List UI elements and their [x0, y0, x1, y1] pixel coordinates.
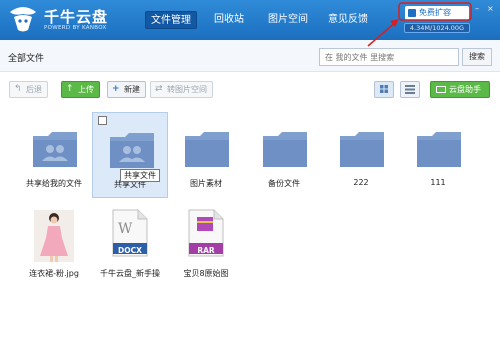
nav-image-space[interactable]: 图片空间: [263, 11, 313, 29]
nav-file-manage[interactable]: 文件管理: [145, 11, 197, 29]
breadcrumb[interactable]: 全部文件: [8, 51, 44, 64]
file-name: 共享给我的文件: [26, 179, 82, 188]
back-button[interactable]: ↰ 后退: [9, 81, 48, 98]
close-icon[interactable]: ×: [487, 4, 494, 13]
folder-icon: [263, 132, 307, 167]
file-name: 宝贝8原始图: [183, 269, 229, 278]
folder-icon: [417, 132, 461, 167]
brand-name: 千牛云盘: [44, 8, 109, 26]
qianniu-logo-icon: [10, 7, 36, 32]
shared-folder-icon: [110, 133, 154, 168]
monitor-icon: [436, 86, 446, 93]
file-name: 连衣裙-粉.jpg: [29, 269, 79, 278]
new-label: 新建: [124, 85, 140, 94]
file-tile[interactable]: RAR 宝贝8原始图: [168, 202, 244, 288]
nav-feedback[interactable]: 意见反馈: [323, 11, 373, 29]
brand-subtitle: POWERD BY KANBOX: [44, 25, 107, 31]
cloud-assistant-button[interactable]: 云盘助手: [430, 81, 490, 98]
nav-recycle-bin[interactable]: 回收站: [209, 11, 249, 29]
file-tile[interactable]: 222: [323, 112, 399, 198]
file-tile[interactable]: 共享给我的文件: [16, 112, 92, 198]
file-tile-selected[interactable]: 共享文件: [92, 112, 168, 198]
file-tile[interactable]: 备份文件: [246, 112, 322, 198]
file-name: 111: [430, 178, 446, 187]
free-upgrade-label: 免费扩容: [419, 8, 451, 17]
shared-folder-icon: [33, 132, 77, 167]
file-tile[interactable]: W DOCX 千牛云盘_新手操: [92, 202, 168, 288]
select-checkbox[interactable]: [98, 116, 107, 125]
folder-icon: [185, 132, 229, 167]
list-view-button[interactable]: [400, 81, 420, 98]
search-button[interactable]: 搜索: [462, 48, 492, 66]
convert-label: 转图片空间: [167, 85, 207, 94]
list-view-icon: [405, 85, 415, 94]
file-tile[interactable]: 图片素材: [168, 112, 244, 198]
file-tile[interactable]: 111: [400, 112, 476, 198]
file-name: 图片素材: [190, 179, 222, 188]
storage-quota: 4.34M/1024.00G: [404, 23, 470, 33]
file-tile[interactable]: 连衣裙-粉.jpg: [16, 202, 92, 288]
path-bar: 全部文件 搜索: [0, 40, 500, 72]
rar-badge: RAR: [197, 246, 215, 255]
upload-button[interactable]: ↑ 上传: [61, 81, 100, 98]
file-name: 备份文件: [268, 179, 300, 188]
dress-photo-thumbnail: [34, 210, 74, 262]
plus-icon: +: [112, 84, 120, 94]
back-arrow-icon: ↰: [14, 84, 22, 94]
new-button[interactable]: + 新建: [107, 81, 146, 98]
file-name: 千牛云盘_新手操: [100, 269, 160, 278]
upgrade-icon: [408, 9, 416, 17]
back-label: 后退: [26, 85, 42, 94]
grid-view-icon: [380, 85, 388, 93]
search-input[interactable]: [319, 48, 459, 66]
tooltip: 共享文件: [120, 169, 160, 182]
upload-arrow-icon: ↑: [66, 84, 74, 94]
free-upgrade-button[interactable]: 免费扩容: [405, 6, 469, 20]
file-name: 222: [353, 178, 369, 187]
svg-text:W: W: [118, 221, 133, 237]
folder-icon: [340, 132, 384, 167]
upload-label: 上传: [78, 85, 94, 94]
convert-to-image-space-button[interactable]: ⇄ 转图片空间: [150, 81, 213, 98]
docx-badge: DOCX: [118, 246, 142, 255]
top-bar: 千牛云盘 POWERD BY KANBOX 文件管理 回收站 图片空间 意见反馈…: [0, 0, 500, 40]
convert-icon: ⇄: [155, 84, 163, 94]
minimize-icon[interactable]: –: [475, 4, 479, 13]
grid-view-button[interactable]: [374, 81, 394, 98]
cloud-assistant-label: 云盘助手: [449, 85, 481, 94]
